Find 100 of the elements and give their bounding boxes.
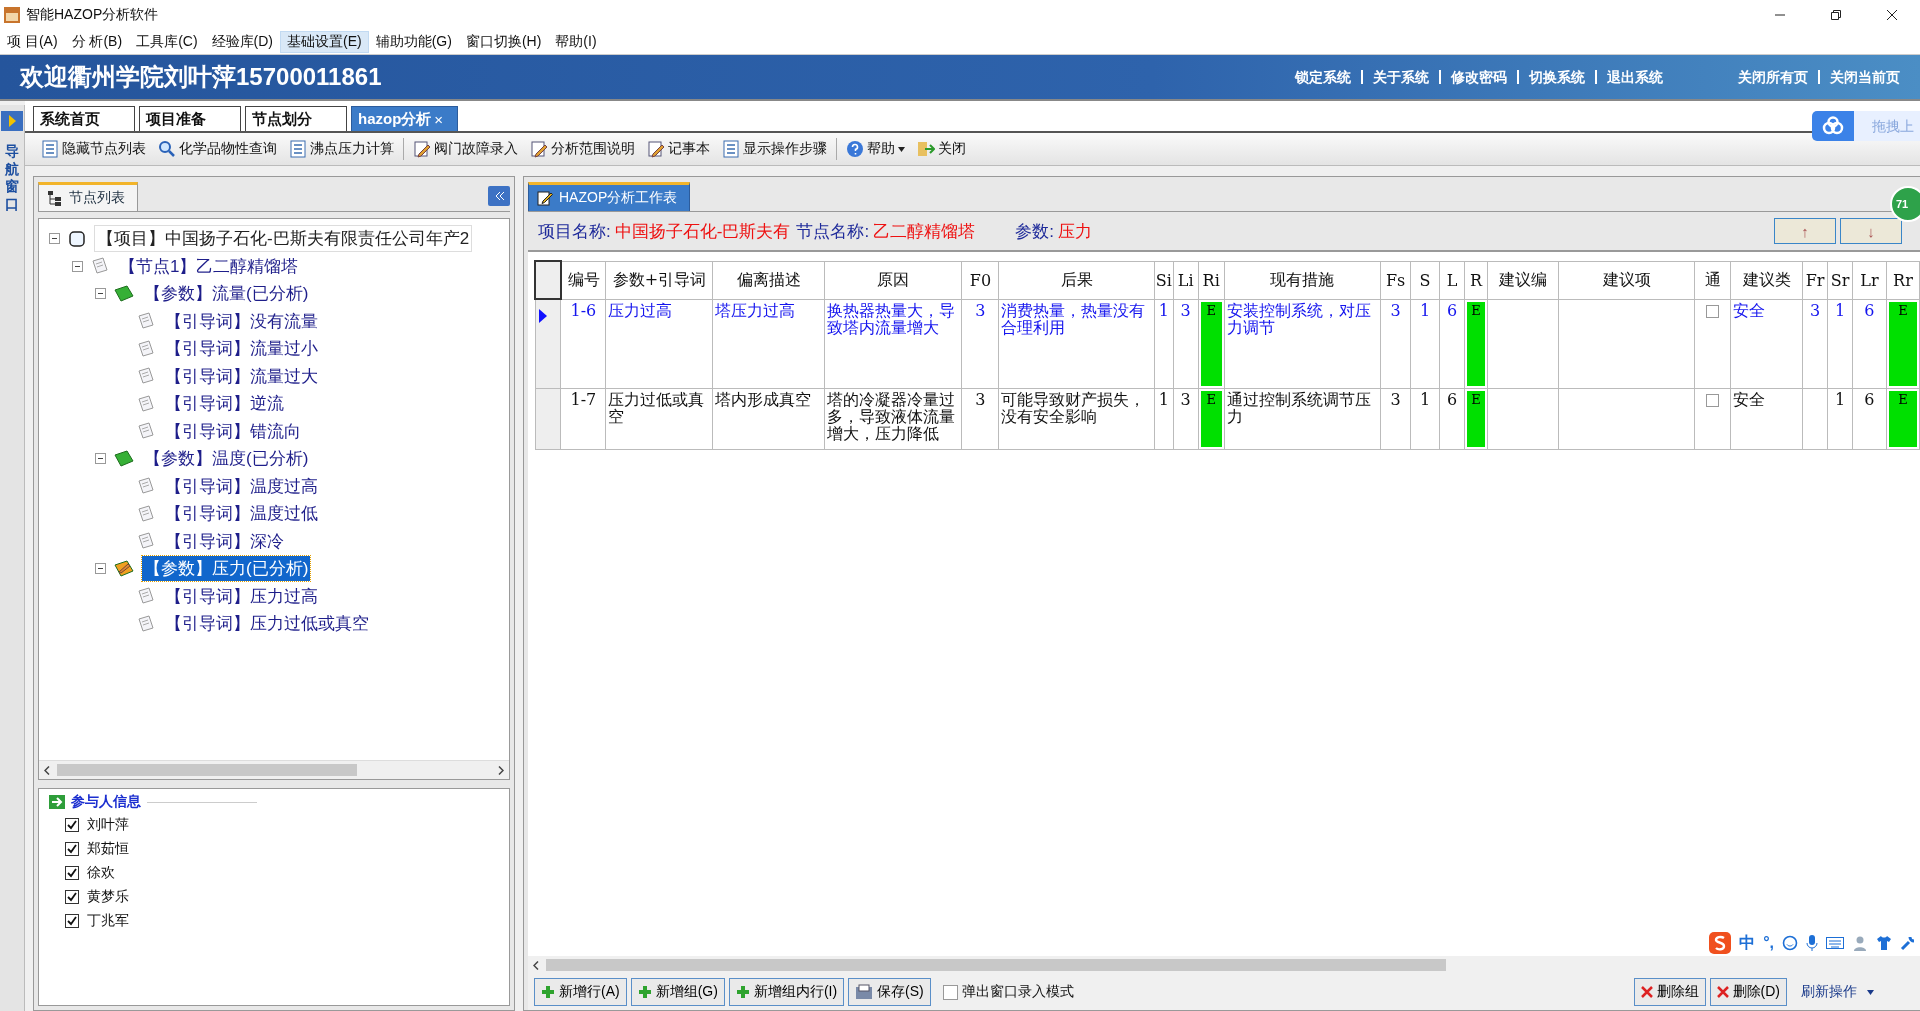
table-cell: 6	[1864, 390, 1875, 409]
restore-icon[interactable]	[1830, 9, 1842, 21]
section-title: 参与人信息	[71, 793, 141, 811]
tree-icon	[47, 190, 63, 206]
checkbox[interactable]	[65, 818, 79, 832]
move-button[interactable]: ↓	[1840, 218, 1902, 244]
menu-item[interactable]: 分 析(B)	[64, 31, 130, 53]
refresh-dropdown[interactable]: 刷新操作	[1791, 983, 1914, 1001]
banner-link[interactable]: 关闭当前页	[1818, 70, 1910, 84]
tab[interactable]: 节点划分	[245, 106, 347, 131]
ime-punctuation[interactable]: °,	[1763, 934, 1774, 952]
menu-item[interactable]: 帮助(I)	[548, 31, 604, 53]
delete-button[interactable]: 删除组	[1633, 978, 1706, 1006]
checkbox[interactable]	[942, 984, 958, 1000]
panel-tab[interactable]: HAZOP分析工作表	[528, 182, 691, 211]
table-cell: 3	[1180, 390, 1191, 409]
checkbox[interactable]	[65, 866, 79, 880]
toolbar-button[interactable]: 显示操作步骤	[716, 140, 833, 158]
wrench-icon[interactable]	[1900, 935, 1916, 951]
tree-item[interactable]: 【引导词】错流向	[163, 418, 303, 444]
action-button[interactable]: 保存(S)	[848, 978, 931, 1006]
welcome-text: 欢迎衢州学院刘叶萍15700011861	[20, 62, 382, 92]
tree-item[interactable]: 【引导词】温度过高	[163, 473, 320, 499]
tab[interactable]: 项目准备	[139, 106, 241, 131]
table-cell: 3	[975, 390, 986, 409]
menu-item[interactable]: 辅助功能(G)	[368, 31, 459, 53]
tree-item[interactable]: 【引导词】温度过低	[163, 501, 320, 527]
horizontal-scrollbar[interactable]	[528, 956, 1920, 974]
scroll-right-icon[interactable]	[498, 765, 504, 775]
plus-icon	[637, 985, 652, 999]
select-all-cell[interactable]	[535, 261, 561, 299]
tab[interactable]: hazop分析 ×	[351, 106, 459, 131]
tree-item[interactable]: 【引导词】流量过大	[163, 363, 320, 389]
keyboard-icon[interactable]	[1826, 936, 1844, 950]
tree-item[interactable]: 【引导词】逆流	[163, 391, 286, 417]
banner-link[interactable]: 退出系统	[1595, 70, 1673, 84]
tab[interactable]: 系统首页	[33, 106, 135, 131]
checkbox[interactable]	[1706, 304, 1720, 318]
tree-item[interactable]: 【引导词】流量过小	[163, 336, 320, 362]
move-button[interactable]: ↑	[1774, 218, 1836, 244]
panel-tab[interactable]: 节点列表	[38, 182, 138, 211]
ime-mode[interactable]: 中	[1739, 932, 1756, 954]
banner-link[interactable]: 关于系统	[1361, 70, 1439, 84]
tree-item[interactable]: 【引导词】压力过高	[163, 583, 320, 609]
delete-button[interactable]: 删除(D)	[1709, 978, 1787, 1006]
scroll-left-icon[interactable]	[44, 765, 50, 775]
banner-link[interactable]: 切换系统	[1517, 70, 1595, 84]
action-button[interactable]: 新增行(A)	[534, 978, 627, 1006]
horizontal-scrollbar[interactable]	[39, 760, 509, 779]
toolbar-button[interactable]: 阀门故障录入	[407, 140, 524, 158]
shirt-icon[interactable]	[1876, 935, 1892, 951]
collapse-toggle-icon[interactable]	[95, 288, 106, 300]
close-icon[interactable]	[1886, 9, 1898, 21]
toolbar-button[interactable]: 帮助	[840, 140, 911, 158]
tree-item[interactable]: 【参数】压力(已分析)	[142, 556, 311, 582]
tree-item[interactable]: 【引导词】压力过低或真空	[163, 611, 371, 637]
toolbar-button[interactable]: 记事本	[641, 140, 716, 158]
collapse-toggle-icon[interactable]	[72, 260, 83, 272]
tree-item[interactable]: 【参数】流量(已分析)	[142, 281, 311, 307]
table-cell: 塔压力过高	[715, 300, 796, 320]
collapse-toggle-icon[interactable]	[95, 453, 106, 465]
toolbar-button[interactable]: 分析范围说明	[524, 140, 641, 158]
checkbox[interactable]	[65, 914, 79, 928]
checkbox[interactable]	[1706, 394, 1720, 407]
tree-item[interactable]: 【引导词】深冷	[163, 528, 286, 554]
menu-item[interactable]: 窗口切换(H)	[458, 31, 549, 53]
document-icon	[137, 587, 155, 606]
banner-link[interactable]: 锁定系统	[1285, 70, 1361, 84]
smiley-icon[interactable]	[1782, 935, 1798, 951]
project-icon	[68, 229, 86, 248]
banner-link[interactable]: 修改密码	[1439, 70, 1517, 84]
delete-icon	[1716, 986, 1729, 998]
badge: 71	[1890, 186, 1920, 222]
action-button[interactable]: 新增组内行(I)	[728, 978, 845, 1006]
collapse-toggle-icon[interactable]	[49, 233, 60, 245]
menu-item[interactable]: 基础设置(E)	[280, 31, 369, 53]
menu-item[interactable]: 工具库(C)	[129, 31, 205, 53]
toolbar-button[interactable]: 关闭	[911, 140, 972, 158]
tree-item[interactable]: 【引导词】没有流量	[163, 308, 320, 334]
tree-item[interactable]: 【节点1】乙二醇精馏塔	[117, 253, 301, 279]
tree-item[interactable]: 【参数】温度(已分析)	[142, 446, 311, 472]
toolbar-button[interactable]: 隐藏节点列表	[35, 140, 152, 158]
close-tab-icon[interactable]: ×	[434, 110, 444, 128]
nav-strip[interactable]: 导航窗口	[0, 105, 25, 1011]
collapse-icon[interactable]	[488, 186, 510, 206]
toolbar-button[interactable]: 沸点压力计算	[283, 140, 400, 158]
menu-item[interactable]: 经验库(D)	[204, 31, 280, 53]
action-button[interactable]: 新增组(G)	[630, 978, 725, 1006]
tree-item[interactable]: 【项目】中国扬子石化-巴斯夫有限责任公司年产2	[94, 225, 473, 253]
table-cell: 3	[1390, 390, 1401, 409]
toolbar-button[interactable]: 化学品物性查询	[152, 140, 283, 158]
checkbox[interactable]	[65, 890, 79, 904]
scroll-left-icon[interactable]	[533, 960, 539, 970]
collapse-toggle-icon[interactable]	[95, 563, 106, 575]
checkbox[interactable]	[65, 842, 79, 856]
column-header: 原因	[824, 261, 962, 299]
microphone-icon[interactable]	[1806, 935, 1818, 951]
banner-link[interactable]: 关闭所有页	[1728, 70, 1818, 84]
row-selector[interactable]	[535, 299, 561, 389]
menu-item[interactable]: 项 目(A)	[0, 31, 65, 53]
